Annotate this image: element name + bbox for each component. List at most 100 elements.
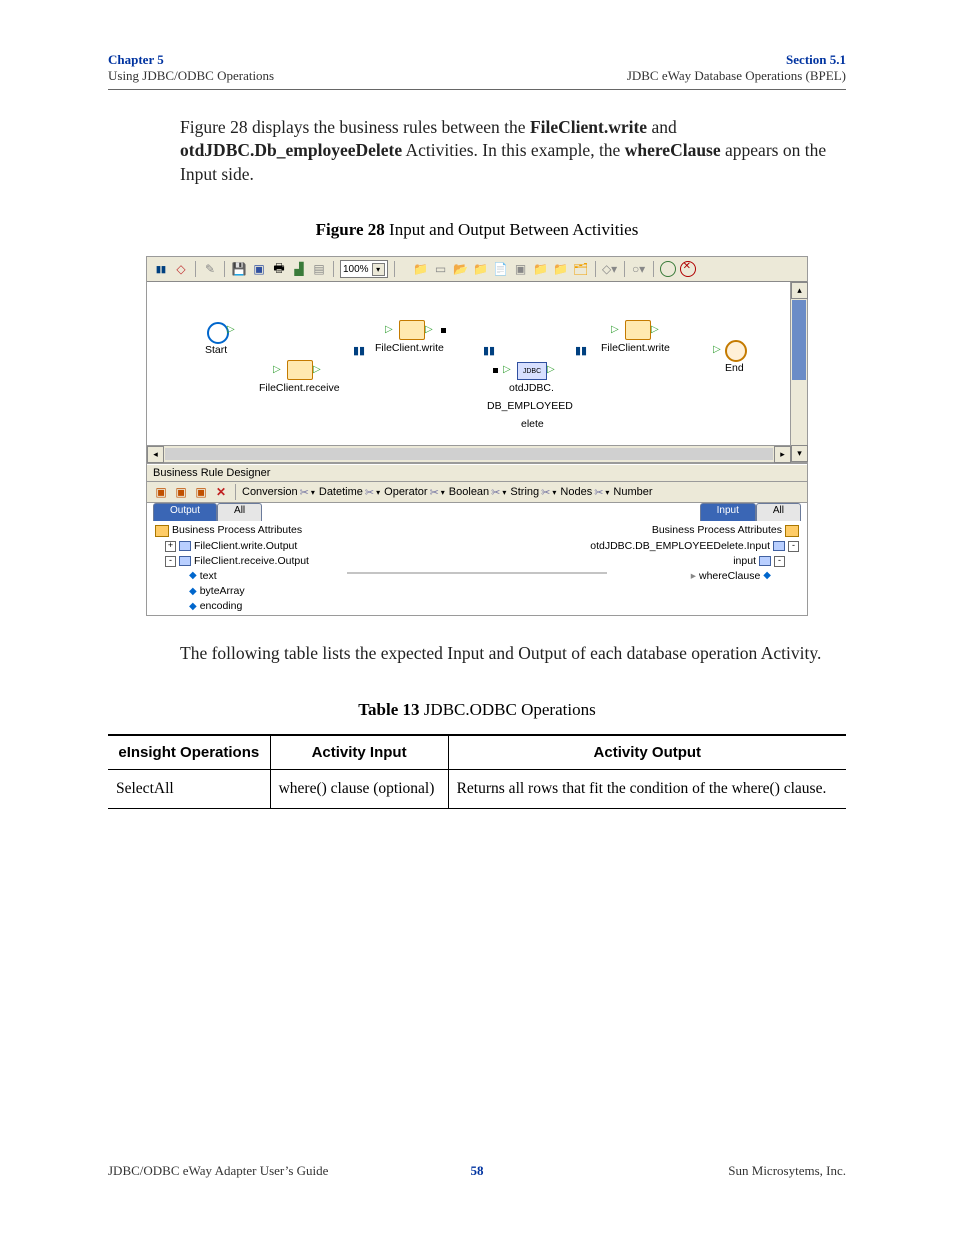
link-dot-1: [441, 328, 446, 333]
collapse-icon[interactable]: -: [788, 541, 799, 552]
jdbc-odbc-operations-table: eInsight Operations Activity Input Activ…: [108, 734, 846, 809]
collapse-icon[interactable]: -: [165, 556, 176, 567]
save-all-icon[interactable]: ▣: [251, 261, 267, 277]
horizontal-scrollbar[interactable]: ◂ ▸: [147, 445, 791, 462]
brd-tool-icon-2[interactable]: ▣: [173, 484, 189, 500]
scope-icon[interactable]: ○▾: [631, 261, 647, 277]
end-label: End: [725, 362, 744, 374]
validate-icon[interactable]: [660, 261, 676, 277]
conversion-menu[interactable]: Conversion ✂ ▾: [242, 486, 315, 499]
bt-glyph-3: ▮▮: [575, 344, 587, 357]
write1-node[interactable]: [399, 320, 425, 340]
invoke-activity-icon[interactable]: 📂: [453, 261, 469, 277]
layout-icon[interactable]: ▤: [311, 261, 327, 277]
intro-paragraph: Figure 28 displays the business rules be…: [180, 116, 846, 187]
bpel-canvas[interactable]: ▷ Start ▷ ▷ FileClient.receive ▮▮ ▷ ▷ Fi…: [147, 282, 807, 464]
page-header: Chapter 5 Using JDBC/ODBC Operations Sec…: [0, 0, 954, 85]
wrench-icon[interactable]: ✎: [202, 261, 218, 277]
write1-in-arrow: ▷: [385, 324, 393, 335]
table-13-caption: Table 13 JDBC.ODBC Operations: [0, 700, 954, 720]
delete-icon[interactable]: ✕: [213, 484, 229, 500]
write1-out-arrow: ▷: [425, 324, 433, 335]
nodes-menu[interactable]: Nodes ✂ ▾: [560, 486, 609, 499]
link-dot-2: [493, 368, 498, 373]
receive-out-arrow: ▷: [313, 364, 321, 375]
scroll-thumb[interactable]: [792, 300, 806, 380]
compensate-activity-icon[interactable]: 🗂: [573, 261, 589, 277]
start-out-arrow: ▷: [227, 324, 235, 335]
wait-activity-icon[interactable]: ▣: [513, 261, 529, 277]
datetime-menu[interactable]: Datetime ✂ ▾: [319, 486, 380, 499]
all-tab-right[interactable]: All: [756, 503, 801, 521]
end-node[interactable]: [725, 340, 747, 362]
string-menu[interactable]: String ✂ ▾: [510, 486, 556, 499]
brd-mapper[interactable]: Output All Input All Business Process At…: [147, 503, 807, 615]
start-label: Start: [205, 344, 227, 356]
brd-tool-icon-3[interactable]: ▣: [193, 484, 209, 500]
section-label: Section 5.1: [627, 52, 846, 68]
receive-in-arrow: ▷: [273, 364, 281, 375]
receive-activity-icon[interactable]: 📁: [413, 261, 429, 277]
assign-activity-icon[interactable]: 📄: [493, 261, 509, 277]
throw-activity-icon[interactable]: 📁: [533, 261, 549, 277]
jdbc-label-1: otdJDBC.: [509, 382, 554, 394]
bt-icon[interactable]: ▮▮: [153, 261, 169, 277]
error-icon[interactable]: ✕: [680, 261, 696, 277]
collapse-icon[interactable]: -: [774, 556, 785, 567]
empty-activity-icon[interactable]: 📁: [553, 261, 569, 277]
align-icon[interactable]: ▟: [291, 261, 307, 277]
diamond-icon: ◆: [189, 585, 197, 600]
write2-out-arrow: ▷: [651, 324, 659, 335]
diamond-icon: ◆: [189, 600, 197, 615]
folder-icon: [785, 525, 799, 537]
receive-node[interactable]: [287, 360, 313, 380]
col-input-header: Activity Input: [270, 735, 448, 770]
jdbc-node[interactable]: JDBC: [517, 362, 547, 380]
diamond-icon: ◆: [763, 569, 771, 584]
zoom-combo[interactable]: 100%▾: [340, 260, 388, 278]
jdbc-out-arrow: ▷: [547, 364, 555, 375]
code-icon[interactable]: ◇: [173, 261, 189, 277]
bt-glyph-2: ▮▮: [483, 344, 495, 357]
write1-label: FileClient.write: [375, 342, 444, 354]
scroll-left-icon[interactable]: ◂: [147, 446, 164, 463]
output-tab[interactable]: Output: [153, 503, 217, 521]
expand-icon[interactable]: +: [165, 541, 176, 552]
reply-activity-icon[interactable]: 📁: [473, 261, 489, 277]
start-node[interactable]: [207, 322, 229, 344]
all-tab-left[interactable]: All: [217, 503, 262, 521]
vertical-scrollbar[interactable]: ▴ ▾: [790, 282, 807, 462]
bt-glyph-1: ▮▮: [353, 344, 365, 357]
print-icon[interactable]: 🖶: [271, 261, 287, 277]
brd-tool-icon-1[interactable]: ▣: [153, 484, 169, 500]
decision-icon[interactable]: ◇▾: [602, 261, 618, 277]
end-in-arrow: ▷: [713, 344, 721, 355]
chevron-down-icon[interactable]: ▾: [372, 263, 385, 276]
brd-title: Business Rule Designer: [147, 464, 807, 482]
node-icon: [759, 556, 771, 566]
scroll-up-icon[interactable]: ▴: [791, 282, 808, 299]
input-tree[interactable]: Business Process Attributes otdJDBC.DB_E…: [590, 523, 799, 584]
folder-icon: [155, 525, 169, 537]
input-tab[interactable]: Input: [700, 503, 756, 521]
scroll-right-icon[interactable]: ▸: [774, 446, 791, 463]
col-output-header: Activity Output: [448, 735, 846, 770]
output-tree[interactable]: Business Process Attributes +FileClient.…: [155, 523, 309, 614]
footer-company: Sun Microsytems, Inc.: [728, 1163, 846, 1179]
chapter-subtitle: Using JDBC/ODBC Operations: [108, 68, 274, 84]
write2-node[interactable]: [625, 320, 651, 340]
footer-doc-title: JDBC/ODBC eWay Adapter User’s Guide: [108, 1163, 328, 1179]
boolean-menu[interactable]: Boolean ✂ ▾: [449, 486, 507, 499]
scroll-down-icon[interactable]: ▾: [791, 445, 808, 462]
chapter-label: Chapter 5: [108, 52, 274, 68]
bpel-toolbar: ▮▮ ◇ ✎ 💾 ▣ 🖶 ▟ ▤ 100%▾ 📁 ▭ 📂 📁 📄 ▣ 📁 📁 🗂…: [147, 257, 807, 282]
operator-menu[interactable]: Operator ✂ ▾: [384, 486, 445, 499]
jdbc-in-arrow: ▷: [503, 364, 511, 375]
number-menu[interactable]: Number: [613, 486, 652, 498]
activity-icon[interactable]: ▭: [433, 261, 449, 277]
figure-28-caption: Figure 28 Input and Output Between Activ…: [0, 220, 954, 240]
save-icon[interactable]: 💾: [231, 261, 247, 277]
section-subtitle: JDBC eWay Database Operations (BPEL): [627, 68, 846, 84]
write2-label: FileClient.write: [601, 342, 670, 354]
table-row: SelectAll where() clause (optional) Retu…: [108, 770, 846, 809]
